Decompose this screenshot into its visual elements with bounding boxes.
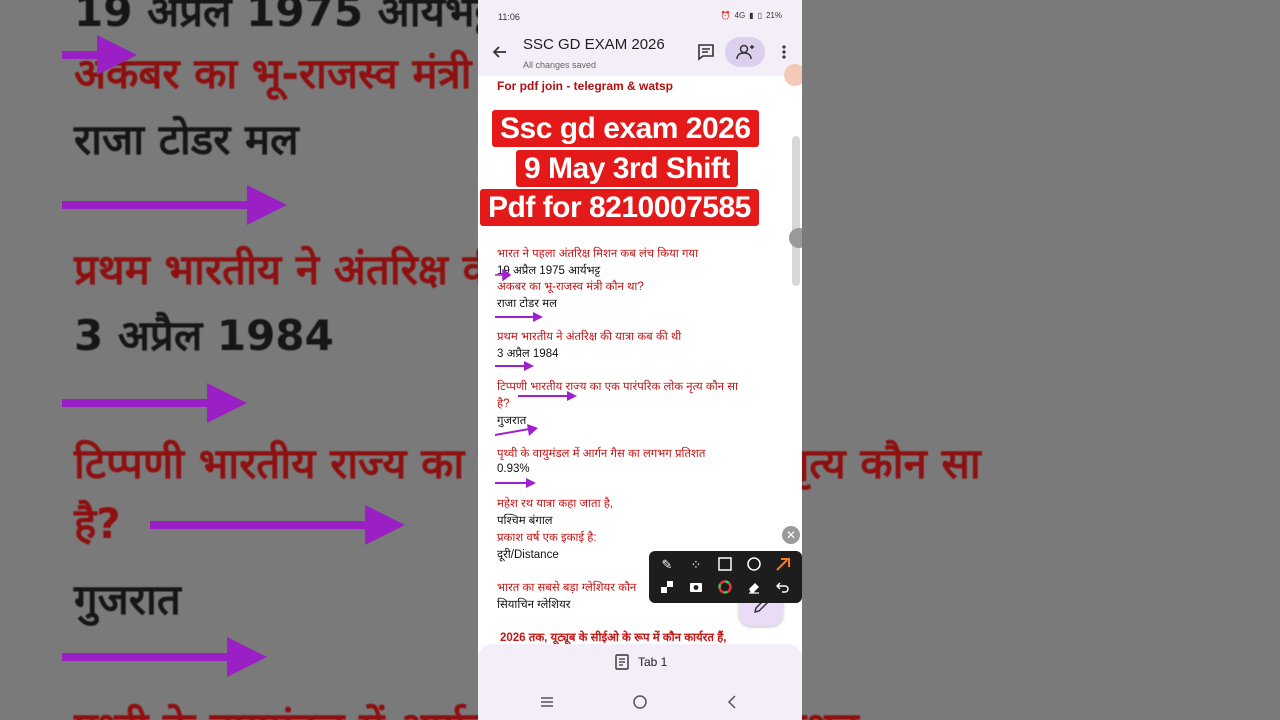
answer-7: दूरी/Distance bbox=[497, 549, 559, 561]
arrow-icon bbox=[495, 361, 534, 371]
answer-2: राजा टोडर मल bbox=[497, 298, 557, 310]
background-text-line: 3 अप्रैल 1984 bbox=[74, 311, 334, 360]
arrow-icon bbox=[495, 269, 511, 281]
background-arrow-icon bbox=[150, 505, 405, 545]
spray-icon[interactable]: ⁘ bbox=[687, 557, 705, 575]
rectangle-icon[interactable] bbox=[716, 557, 734, 575]
drawing-toolbar: ✎ ⁘ bbox=[649, 551, 802, 603]
question-5: पृथ्वी के वायुमंडल में आर्गन गैस का लगभग… bbox=[497, 448, 706, 460]
answer-5: 0.93% bbox=[497, 463, 530, 475]
eraser-icon[interactable] bbox=[745, 580, 763, 598]
status-icons: ⏰ 4G ▮ ▯ 21% bbox=[721, 11, 782, 20]
question-8: भारत का सबसे बड़ा ग्लेशियर कौन bbox=[497, 582, 637, 594]
bottom-tab-bar: Tab 1 bbox=[478, 644, 802, 684]
banner-line-2: 9 May 3rd Shift bbox=[516, 150, 738, 187]
question-3: प्रथम भारतीय ने अंतरिक्ष की यात्रा कब की… bbox=[497, 331, 682, 343]
signal-icon: ▮ bbox=[749, 11, 754, 20]
background-arrow-icon bbox=[62, 637, 267, 677]
color-wheel-icon[interactable] bbox=[716, 580, 734, 598]
circle-icon[interactable] bbox=[745, 557, 763, 575]
side-handle[interactable] bbox=[789, 228, 802, 248]
answer-3: 3 अप्रैल 1984 bbox=[497, 348, 559, 360]
document-title[interactable]: SSC GD EXAM 2026 bbox=[523, 36, 665, 53]
join-line: For pdf join - telegram & watsp bbox=[497, 79, 674, 93]
question-4-cont: है? bbox=[497, 398, 510, 410]
mosaic-icon[interactable] bbox=[658, 580, 676, 598]
background-text-line: प्रथम भारतीय ने अंतरिक्ष की यात्रा कब की… bbox=[74, 245, 478, 294]
status-time: 11:06 bbox=[498, 12, 520, 22]
undo-icon[interactable] bbox=[774, 580, 792, 598]
arrow-icon bbox=[518, 391, 577, 401]
background-arrow-icon bbox=[62, 185, 287, 225]
banner-line-3: Pdf for 8210007585 bbox=[480, 189, 759, 226]
question-9: 2026 तक, यूट्यूब के सीईओ के रूप में कौन … bbox=[500, 632, 727, 644]
arrow-tool-icon[interactable] bbox=[774, 557, 792, 575]
arrow-icon bbox=[495, 312, 543, 322]
background-text-line: पृथ्वी के वायुमंडल में आर्गन गैस का लगभग… bbox=[802, 698, 859, 720]
home-icon[interactable] bbox=[630, 692, 650, 712]
app-bar: SSC GD EXAM 2026 All changes saved bbox=[478, 32, 802, 76]
comment-icon[interactable] bbox=[696, 42, 716, 62]
back-nav-icon[interactable] bbox=[723, 692, 743, 712]
phone-screen: 11:06 ⏰ 4G ▮ ▯ 21% SSC GD EXAM 2026 All … bbox=[478, 0, 802, 720]
question-1: भारत ने पहला अंतरिक्ष मिशन कब लंच किया ग… bbox=[497, 248, 699, 260]
battery-level: 21% bbox=[765, 11, 782, 20]
background-text-line: गुजरात bbox=[74, 575, 181, 624]
banner-line-1: Ssc gd exam 2026 bbox=[492, 110, 759, 147]
more-vert-icon[interactable] bbox=[778, 42, 790, 62]
alarm-icon: ⏰ bbox=[720, 11, 731, 20]
background-arrow-icon bbox=[62, 383, 247, 423]
background-left: 19 अप्रैल 1975 आर्यभट्ट अकबर का भू-राजस्व… bbox=[0, 0, 478, 720]
recent-apps-icon[interactable] bbox=[537, 692, 557, 712]
question-2: अकबर का भू-राजस्व मंत्री कौन था? bbox=[497, 281, 644, 293]
answer-1: 19 अप्रैल 1975 आर्यभट्ट bbox=[497, 265, 601, 277]
close-icon[interactable]: ✕ bbox=[782, 526, 800, 544]
background-text-line: टिप्पणी भारतीय राज्य का एक पारंपरिक लोक … bbox=[74, 439, 478, 488]
background-text-line: टिप्पणी भारतीय राज्य का एक पारंपरिक लोक … bbox=[802, 439, 981, 488]
arrow-icon bbox=[495, 478, 536, 488]
question-6: महेश रथ यात्रा कहा जाता है, bbox=[497, 498, 614, 510]
question-7: प्रकाश वर्ष एक इकाई है: bbox=[497, 532, 597, 544]
background-arrow-icon bbox=[62, 35, 137, 75]
add-person-icon bbox=[736, 44, 754, 60]
answer-6: पश्चिम बंगाल bbox=[497, 515, 553, 527]
system-nav-bar bbox=[478, 684, 802, 720]
background-text-line: पृथ्वी के वायुमंडल में आर्गन गैस का लगभग… bbox=[74, 698, 478, 720]
background-text-line: राजा टोडर मल bbox=[74, 115, 299, 164]
arrow-icon bbox=[495, 424, 538, 436]
status-bar: 11:06 ⏰ 4G ▮ ▯ 21% bbox=[478, 0, 802, 32]
brush-icon[interactable]: ✎ bbox=[658, 557, 676, 575]
save-status: All changes saved bbox=[523, 60, 597, 70]
scrollbar[interactable] bbox=[792, 136, 800, 286]
answer-8: सियाचिन ग्लेशियर bbox=[497, 599, 571, 611]
add-person-button[interactable] bbox=[725, 37, 765, 67]
background-text-line: है? bbox=[74, 499, 121, 548]
background-right: 19 अप्रैल 1975 आर्यभट्टअकबर का भू-राजस्व… bbox=[802, 0, 1280, 720]
screen-record-icon[interactable] bbox=[784, 64, 802, 86]
document-icon bbox=[615, 654, 629, 670]
battery-icon: ▯ bbox=[757, 11, 762, 20]
network-label: 4G bbox=[734, 11, 746, 20]
camera-icon[interactable] bbox=[687, 580, 705, 598]
back-arrow-icon[interactable] bbox=[490, 42, 510, 62]
tab-1[interactable]: Tab 1 bbox=[638, 655, 667, 669]
